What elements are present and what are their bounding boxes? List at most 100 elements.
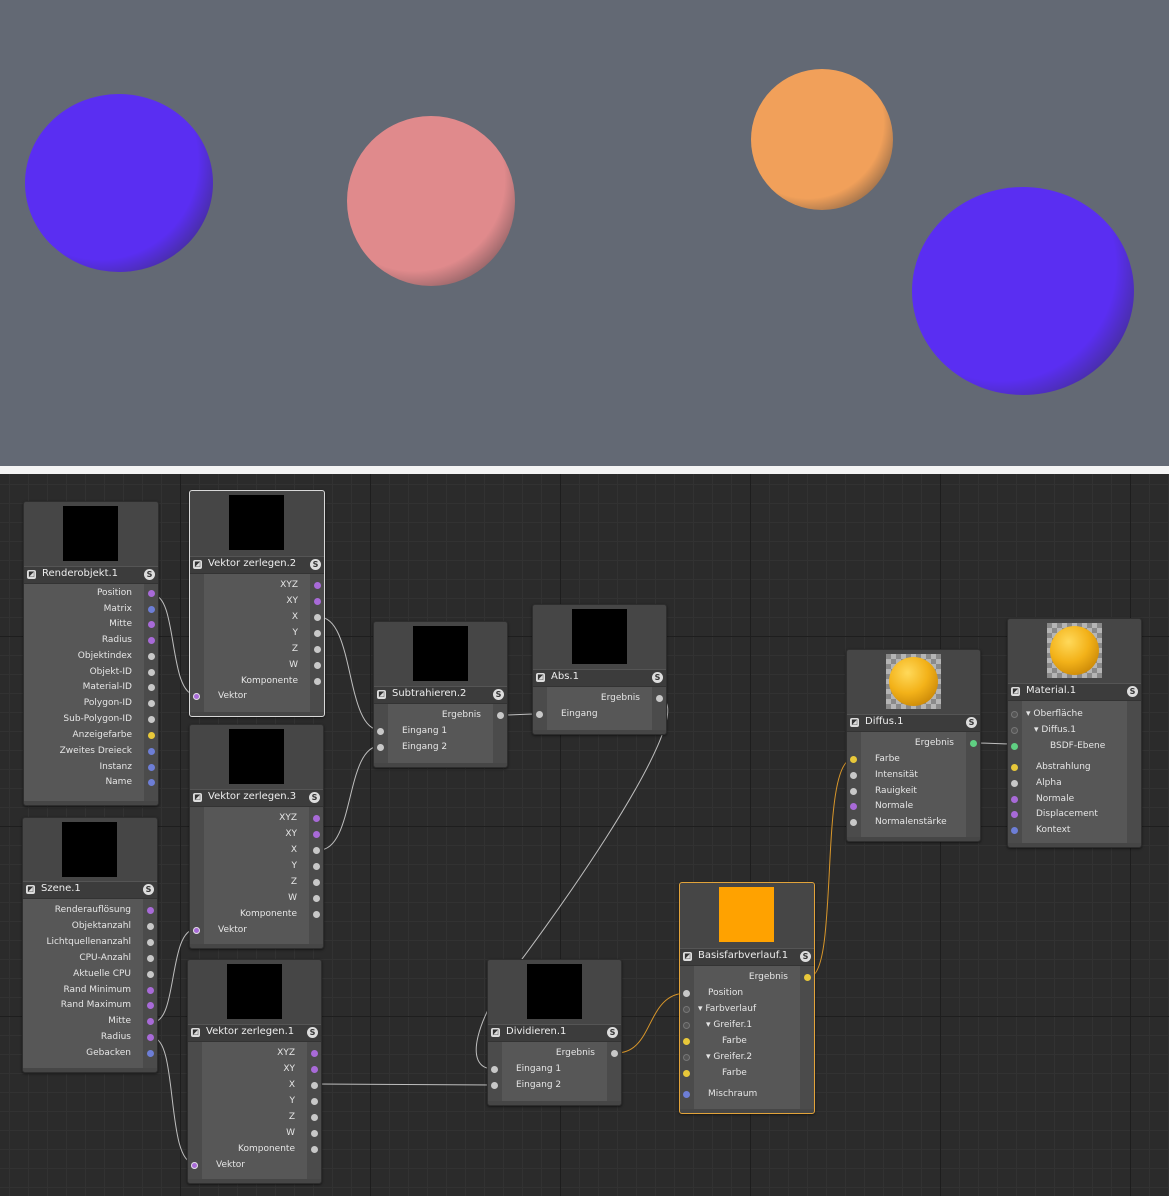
port-x-dot[interactable] <box>311 1082 318 1089</box>
port-diffus-dot[interactable] <box>1011 727 1018 734</box>
port-zweites-dreieck-dot[interactable] <box>148 748 155 755</box>
solo-icon[interactable]: S <box>607 1027 618 1038</box>
port-ergebnis-dot[interactable] <box>497 712 504 719</box>
port-vektor-dot[interactable] <box>193 693 200 700</box>
port-abstrahlung-dot[interactable] <box>1011 764 1018 771</box>
node-vektor-zerlegen-1[interactable]: ◩ Vektor zerlegen.1 S XYZ XY X Y Z W Kom… <box>187 959 322 1184</box>
port-z-dot[interactable] <box>313 879 320 886</box>
port-eingang-2-dot[interactable] <box>491 1082 498 1089</box>
port-greifer-2-dot[interactable] <box>683 1054 690 1061</box>
port-vektor-dot[interactable] <box>191 1162 198 1169</box>
port-displacement-dot[interactable] <box>1011 811 1018 818</box>
port-z-dot[interactable] <box>311 1114 318 1121</box>
port-position-dot[interactable] <box>683 990 690 997</box>
port-oberflaeche-dot[interactable] <box>1011 711 1018 718</box>
port-rand-maximum-dot[interactable] <box>147 1002 154 1009</box>
port-ergebnis-dot[interactable] <box>970 740 977 747</box>
port-xy-dot[interactable] <box>311 1066 318 1073</box>
titlebar-szene[interactable]: ◩ Szene.1 S <box>23 881 157 899</box>
port-z-dot[interactable] <box>314 646 321 653</box>
node-subtrahieren-2[interactable]: ◩ Subtrahieren.2 S Ergebnis Eingang 1 Ei… <box>373 621 508 768</box>
port-mitte-dot[interactable] <box>148 621 155 628</box>
solo-icon[interactable]: S <box>144 569 155 580</box>
port-instanz-dot[interactable] <box>148 764 155 771</box>
port-ergebnis-dot[interactable] <box>656 695 663 702</box>
port-w-dot[interactable] <box>311 1130 318 1137</box>
solo-icon[interactable]: S <box>143 884 154 895</box>
node-renderobjekt[interactable]: ◩ Renderobjekt.1 S Position Matrix Mitte… <box>23 501 159 806</box>
solo-icon[interactable]: S <box>307 1027 318 1038</box>
port-vektor-dot[interactable] <box>193 927 200 934</box>
render-viewport[interactable] <box>0 0 1169 466</box>
port-ergebnis-dot[interactable] <box>611 1050 618 1057</box>
port-objektindex-dot[interactable] <box>148 653 155 660</box>
port-w-dot[interactable] <box>314 662 321 669</box>
port-lichtquellenanzahl-dot[interactable] <box>147 939 154 946</box>
solo-icon[interactable]: S <box>310 559 321 570</box>
port-polygon-id-dot[interactable] <box>148 700 155 707</box>
port-y-dot[interactable] <box>314 630 321 637</box>
port-xyz-dot[interactable] <box>314 582 321 589</box>
port-y-dot[interactable] <box>311 1098 318 1105</box>
titlebar-material[interactable]: ◩ Material.1 S <box>1008 683 1141 701</box>
port-rauigkeit-dot[interactable] <box>850 788 857 795</box>
port-normalenstaerke-dot[interactable] <box>850 819 857 826</box>
titlebar-vz3[interactable]: ◩ Vektor zerlegen.3 S <box>190 789 323 807</box>
titlebar-dividieren[interactable]: ◩ Dividieren.1 S <box>488 1024 621 1042</box>
port-intensitaet-dot[interactable] <box>850 772 857 779</box>
port-y-dot[interactable] <box>313 863 320 870</box>
port-mitte-dot[interactable] <box>147 1018 154 1025</box>
node-vektor-zerlegen-2[interactable]: ◩ Vektor zerlegen.2 S XYZ XY X Y Z W Kom… <box>189 490 325 717</box>
port-x-dot[interactable] <box>314 614 321 621</box>
port-material-id-dot[interactable] <box>148 684 155 691</box>
port-sub-polygon-id-dot[interactable] <box>148 716 155 723</box>
port-objekt-id-dot[interactable] <box>148 669 155 676</box>
port-xy-dot[interactable] <box>314 598 321 605</box>
port-eingang-2-dot[interactable] <box>377 744 384 751</box>
port-normale-dot[interactable] <box>850 803 857 810</box>
port-rand-minimum-dot[interactable] <box>147 987 154 994</box>
solo-icon[interactable]: S <box>493 689 504 700</box>
titlebar-abs[interactable]: ◩ Abs.1 S <box>533 669 666 687</box>
port-aktuelle-cpu-dot[interactable] <box>147 971 154 978</box>
port-farbe-1-dot[interactable] <box>683 1038 690 1045</box>
port-alpha-dot[interactable] <box>1011 780 1018 787</box>
port-gebacken-dot[interactable] <box>147 1050 154 1057</box>
port-xy-dot[interactable] <box>313 831 320 838</box>
node-dividieren-1[interactable]: ◩ Dividieren.1 S Ergebnis Eingang 1 Eing… <box>487 959 622 1106</box>
titlebar-vz2[interactable]: ◩ Vektor zerlegen.2 S <box>190 556 324 574</box>
port-greifer-1-dot[interactable] <box>683 1022 690 1029</box>
port-cpu-anzahl-dot[interactable] <box>147 955 154 962</box>
port-eingang-1-dot[interactable] <box>491 1066 498 1073</box>
port-ergebnis-dot[interactable] <box>804 974 811 981</box>
titlebar-basisfarbverlauf[interactable]: ◩ Basisfarbverlauf.1 S <box>680 948 814 966</box>
port-farbe-dot[interactable] <box>850 756 857 763</box>
port-bsdf-ebene-dot[interactable] <box>1011 743 1018 750</box>
port-kontext-dot[interactable] <box>1011 827 1018 834</box>
port-komponente-dot[interactable] <box>311 1146 318 1153</box>
solo-icon[interactable]: S <box>966 717 977 728</box>
port-komponente-dot[interactable] <box>314 678 321 685</box>
port-name-dot[interactable] <box>148 779 155 786</box>
port-objektanzahl-dot[interactable] <box>147 923 154 930</box>
port-komponente-dot[interactable] <box>313 911 320 918</box>
port-position-dot[interactable] <box>148 590 155 597</box>
node-editor[interactable]: ◩ Renderobjekt.1 S Position Matrix Mitte… <box>0 474 1169 1196</box>
port-matrix-dot[interactable] <box>148 606 155 613</box>
titlebar-diffus[interactable]: ◩ Diffus.1 S <box>847 714 980 732</box>
port-farbe-2-dot[interactable] <box>683 1070 690 1077</box>
port-renderaufloesung-dot[interactable] <box>147 907 154 914</box>
port-normale-dot[interactable] <box>1011 796 1018 803</box>
panel-separator[interactable] <box>0 466 1169 474</box>
node-material-1[interactable]: ◩ Material.1 S ▾ Oberfläche ▾ Diffus.1 B… <box>1007 618 1142 848</box>
port-xyz-dot[interactable] <box>313 815 320 822</box>
solo-icon[interactable]: S <box>800 951 811 962</box>
solo-icon[interactable]: S <box>652 672 663 683</box>
port-eingang-1-dot[interactable] <box>377 728 384 735</box>
port-mischraum-dot[interactable] <box>683 1091 690 1098</box>
port-w-dot[interactable] <box>313 895 320 902</box>
titlebar-vz1[interactable]: ◩ Vektor zerlegen.1 S <box>188 1024 321 1042</box>
titlebar-subtrahieren[interactable]: ◩ Subtrahieren.2 S <box>374 686 507 704</box>
titlebar-renderobjekt[interactable]: ◩ Renderobjekt.1 S <box>24 566 158 584</box>
node-diffus-1[interactable]: ◩ Diffus.1 S Ergebnis Farbe Intensität R… <box>846 649 981 842</box>
